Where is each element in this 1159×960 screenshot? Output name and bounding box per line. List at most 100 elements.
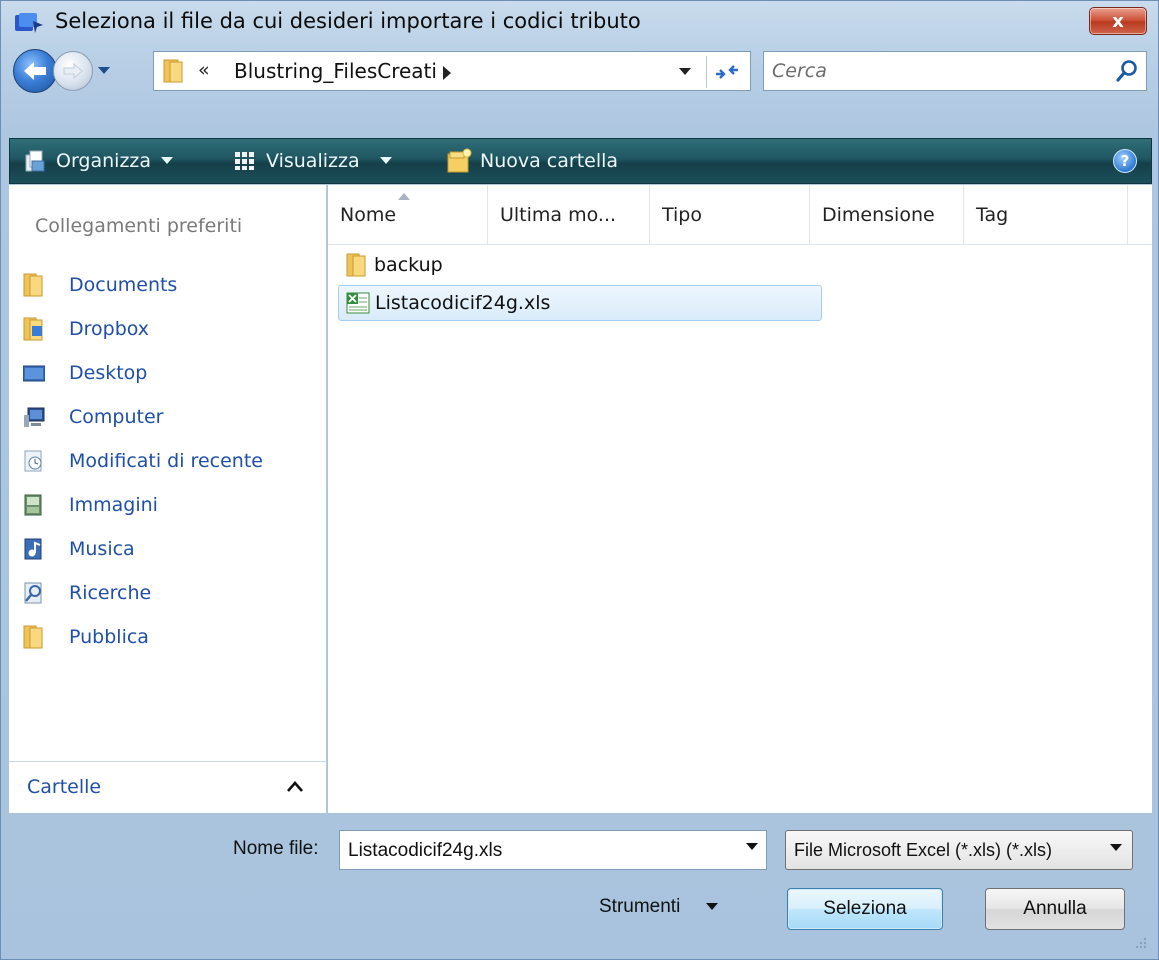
- nav-item-label: Modificati di recente: [69, 450, 263, 472]
- organize-icon: [22, 148, 48, 174]
- file-list-pane: Nome Ultima mo... Tipo Dimensione Tag ba…: [328, 185, 1152, 813]
- help-button[interactable]: ?: [1113, 149, 1137, 173]
- command-bar: Organizza Visualizza Nuova cartella ?: [9, 138, 1152, 184]
- nav-item-desktop[interactable]: Desktop: [23, 351, 323, 395]
- nav-item-label: Ricerche: [69, 582, 152, 604]
- search-box[interactable]: [763, 51, 1147, 91]
- column-headers: Nome Ultima mo... Tipo Dimensione Tag: [328, 185, 1152, 245]
- forward-button[interactable]: [53, 51, 93, 91]
- computer-icon: [24, 407, 45, 427]
- nav-item-label: Immagini: [69, 494, 158, 516]
- address-bar[interactable]: « Blustring_FilesCreati: [153, 51, 751, 91]
- folders-label: Cartelle: [27, 776, 102, 798]
- back-button[interactable]: [13, 49, 57, 93]
- file-row-selected[interactable]: Listacodicif24g.xls: [338, 285, 822, 321]
- file-name: backup: [374, 254, 443, 276]
- close-button[interactable]: x: [1089, 7, 1147, 35]
- filename-label: Nome file:: [233, 838, 319, 859]
- music-icon: [24, 538, 42, 560]
- column-header-type[interactable]: Tipo: [650, 185, 810, 245]
- desktop-icon: [23, 365, 45, 382]
- nav-item-pictures[interactable]: Immagini: [23, 483, 323, 527]
- favorite-links-header: Collegamenti preferiti: [35, 215, 243, 237]
- refresh-button[interactable]: [706, 56, 746, 88]
- tools-label: Strumenti: [599, 896, 681, 917]
- chevron-right-icon[interactable]: [442, 66, 452, 80]
- nav-item-documents[interactable]: Documents: [23, 263, 323, 307]
- column-header-tag[interactable]: Tag: [964, 185, 1128, 245]
- nav-item-searches[interactable]: Ricerche: [23, 571, 323, 615]
- chevron-up-icon[interactable]: [287, 780, 303, 792]
- navigation-pane: Collegamenti preferiti Documents Dropbox…: [9, 185, 327, 813]
- folders-toggle[interactable]: Cartelle: [9, 761, 326, 813]
- folder-icon: [163, 59, 183, 83]
- organize-menu[interactable]: Organizza: [22, 139, 174, 183]
- searches-icon: [24, 582, 42, 604]
- view-grid-icon: [232, 148, 258, 174]
- organize-label: Organizza: [56, 150, 152, 172]
- cancel-button-label: Annulla: [1023, 898, 1087, 919]
- nav-item-computer[interactable]: Computer: [23, 395, 323, 439]
- column-header-label: Tag: [976, 204, 1009, 226]
- nav-item-label: Pubblica: [69, 626, 149, 648]
- refresh-icon: [715, 65, 738, 79]
- column-header-label: Tipo: [662, 204, 702, 226]
- arrow-left-icon: [24, 62, 46, 80]
- chevron-down-icon[interactable]: [746, 843, 758, 851]
- nav-item-public[interactable]: Pubblica: [23, 615, 323, 659]
- title-bar: Seleziona il file da cui desideri import…: [1, 1, 1158, 41]
- column-header-label: Ultima mo...: [500, 204, 617, 226]
- dropbox-folder-icon: [23, 317, 43, 341]
- folder-icon: [23, 273, 43, 297]
- nav-item-label: Desktop: [69, 362, 148, 384]
- dialog-footer: Nome file: File Microsoft Excel (*.xls) …: [9, 814, 1152, 954]
- arrow-right-icon: [63, 62, 83, 80]
- folder-icon: [346, 253, 366, 277]
- breadcrumb-current[interactable]: Blustring_FilesCreati: [234, 59, 437, 83]
- nav-item-label: Musica: [69, 538, 135, 560]
- address-row: « Blustring_FilesCreati: [1, 45, 1158, 101]
- folder-icon: [23, 625, 43, 649]
- column-header-modified[interactable]: Ultima mo...: [488, 185, 650, 245]
- filetype-value: File Microsoft Excel (*.xls) (*.xls): [794, 840, 1053, 860]
- file-row-folder[interactable]: backup: [338, 247, 538, 283]
- tools-menu[interactable]: Strumenti: [599, 896, 719, 918]
- address-dropdown[interactable]: [672, 60, 698, 84]
- chevron-down-icon: [379, 157, 392, 164]
- nav-item-label: Documents: [69, 274, 178, 296]
- search-icon[interactable]: [1114, 58, 1140, 84]
- view-menu[interactable]: Visualizza: [232, 139, 392, 183]
- app-icon: [15, 13, 43, 33]
- help-icon: ?: [1120, 152, 1130, 170]
- column-header-label: Nome: [340, 204, 397, 226]
- recent-pages-dropdown[interactable]: [96, 63, 112, 79]
- resize-grip-icon[interactable]: [1134, 936, 1148, 950]
- select-button[interactable]: Seleziona: [787, 888, 943, 930]
- chevron-down-icon: [1110, 844, 1122, 851]
- chevron-down-icon: [679, 68, 691, 75]
- breadcrumb-overflow[interactable]: «: [198, 59, 210, 81]
- sort-ascending-icon: [398, 193, 410, 200]
- close-icon: x: [1112, 10, 1124, 32]
- new-folder-icon: [446, 148, 472, 174]
- new-folder-button[interactable]: Nuova cartella: [446, 139, 618, 183]
- column-header-name[interactable]: Nome: [328, 185, 488, 245]
- chevron-down-icon: [98, 67, 110, 74]
- nav-item-dropbox[interactable]: Dropbox: [23, 307, 323, 351]
- column-header-size[interactable]: Dimensione: [810, 185, 964, 245]
- nav-item-label: Computer: [69, 406, 164, 428]
- nav-item-label: Dropbox: [69, 318, 150, 340]
- filename-combobox[interactable]: [339, 830, 767, 870]
- pictures-icon: [24, 494, 42, 516]
- view-label: Visualizza: [266, 150, 360, 172]
- column-header-label: Dimensione: [822, 204, 935, 226]
- search-input[interactable]: [772, 58, 1092, 84]
- nav-item-recent[interactable]: Modificati di recente: [23, 439, 323, 483]
- chevron-down-icon: [706, 903, 719, 910]
- filetype-select[interactable]: File Microsoft Excel (*.xls) (*.xls): [785, 830, 1133, 870]
- chevron-down-icon: [161, 157, 174, 164]
- filename-input[interactable]: [348, 838, 718, 864]
- cancel-button[interactable]: Annulla: [985, 888, 1125, 930]
- nav-item-music[interactable]: Musica: [23, 527, 323, 571]
- window-title: Seleziona il file da cui desideri import…: [55, 9, 641, 33]
